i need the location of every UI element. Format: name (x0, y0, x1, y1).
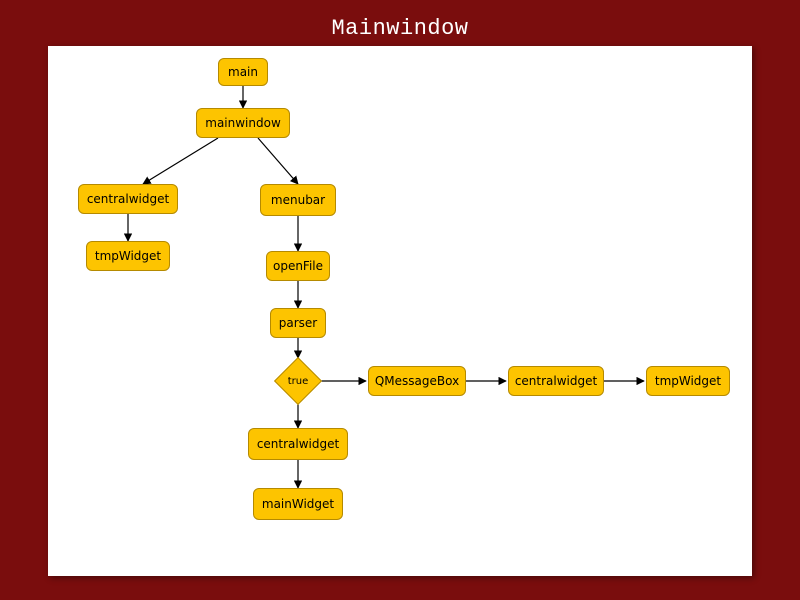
node-true-decision: true (275, 358, 321, 404)
node-openfile: openFile (266, 251, 330, 281)
slide-title: Mainwindow (0, 16, 800, 41)
node-parser: parser (270, 308, 326, 338)
edges-layer (48, 46, 752, 576)
node-mainwindow: mainwindow (196, 108, 290, 138)
slide: Mainwindow (0, 0, 800, 600)
node-qmessagebox: QMessageBox (368, 366, 466, 396)
node-main: main (218, 58, 268, 86)
node-menubar: menubar (260, 184, 336, 216)
node-tmpwidget-right: tmpWidget (646, 366, 730, 396)
node-centralwidget-left: centralwidget (78, 184, 178, 214)
node-mainwidget: mainWidget (253, 488, 343, 520)
node-centralwidget-bottom: centralwidget (248, 428, 348, 460)
diagram-canvas: main mainwindow centralwidget tmpWidget … (48, 46, 752, 576)
node-true-label: true (275, 358, 321, 404)
node-centralwidget-right: centralwidget (508, 366, 604, 396)
node-tmpwidget-left: tmpWidget (86, 241, 170, 271)
